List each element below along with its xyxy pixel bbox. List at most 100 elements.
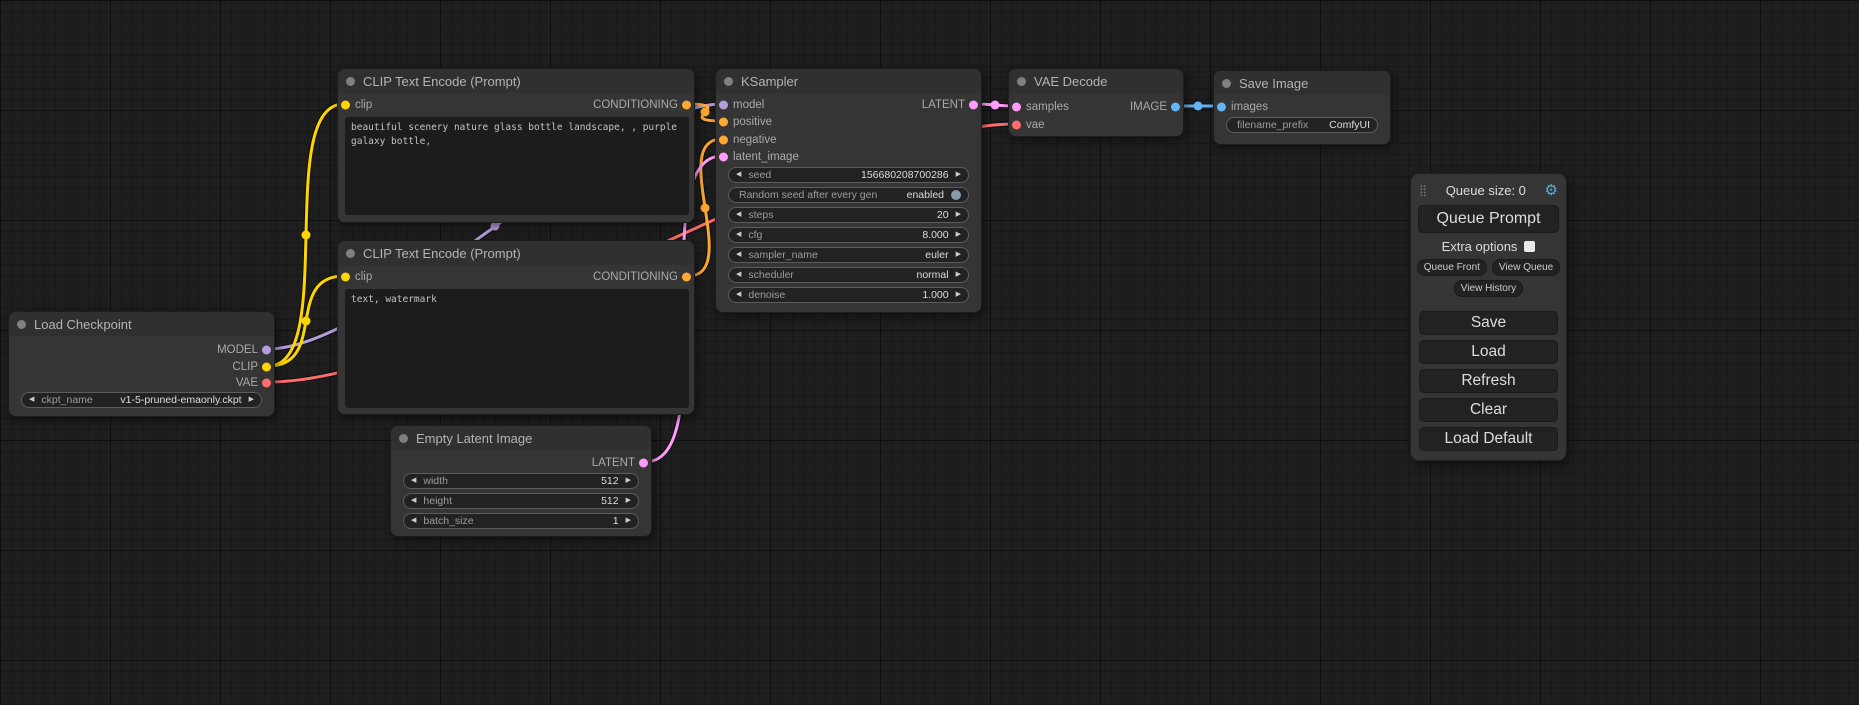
collapse-dot[interactable] — [1222, 79, 1231, 88]
input-label-vae: vae — [1026, 119, 1045, 131]
increment-arrow-icon[interactable]: ▶ — [956, 207, 961, 223]
increment-arrow-icon[interactable]: ▶ — [956, 267, 961, 283]
node-save-image: Save Image images filename_prefix ComfyU… — [1213, 70, 1391, 145]
widget-steps[interactable]: ◀ steps 20 ▶ — [728, 207, 969, 223]
output-slot-model[interactable] — [262, 346, 271, 355]
widget-value: 8.000 — [922, 229, 948, 241]
widget-random-seed-toggle[interactable]: Random seed after every gen enabled — [728, 187, 969, 203]
decrement-arrow-icon[interactable]: ◀ — [736, 207, 741, 223]
widget-scheduler[interactable]: ◀ scheduler normal ▶ — [728, 267, 969, 283]
output-slot-vae[interactable] — [262, 379, 271, 388]
widget-value: normal — [917, 269, 949, 281]
output-slot-latent[interactable] — [639, 459, 648, 468]
node-titlebar[interactable]: VAE Decode — [1009, 69, 1183, 93]
input-slot-vae[interactable] — [1012, 121, 1021, 130]
input-label-latent-image: latent_image — [733, 151, 799, 163]
node-titlebar[interactable]: Load Checkpoint — [9, 312, 274, 336]
drag-handle-icon[interactable]: ⣿ — [1419, 184, 1427, 197]
queue-buttons-row: Queue Front View Queue — [1411, 259, 1566, 276]
node-titlebar[interactable]: KSampler — [716, 69, 981, 93]
output-slot-conditioning[interactable] — [682, 273, 691, 282]
view-history-button[interactable]: View History — [1454, 280, 1523, 297]
input-row: latent_image — [716, 149, 981, 165]
node-titlebar[interactable]: CLIP Text Encode (Prompt) — [338, 241, 694, 265]
queue-prompt-button[interactable]: Queue Prompt — [1418, 205, 1559, 233]
positive-prompt-textarea[interactable]: beautiful scenery nature glass bottle la… — [345, 117, 689, 215]
negative-prompt-textarea[interactable]: text, watermark — [345, 289, 689, 408]
widget-filename-prefix[interactable]: filename_prefix ComfyUI — [1226, 117, 1378, 133]
extra-options-checkbox[interactable] — [1524, 241, 1535, 252]
collapse-dot[interactable] — [346, 249, 355, 258]
clear-button[interactable]: Clear — [1419, 398, 1558, 422]
widget-value: v1-5-pruned-emaonly.ckpt — [120, 394, 241, 406]
decrement-arrow-icon[interactable]: ◀ — [736, 287, 741, 303]
widget-sampler-name[interactable]: ◀ sampler_name euler ▶ — [728, 247, 969, 263]
input-label-clip: clip — [355, 99, 372, 111]
save-button[interactable]: Save — [1419, 311, 1558, 335]
decrement-arrow-icon[interactable]: ◀ — [411, 513, 416, 529]
decrement-arrow-icon[interactable]: ◀ — [29, 392, 34, 408]
output-slot-clip[interactable] — [262, 363, 271, 372]
widget-label: scheduler — [748, 269, 794, 281]
widget-height[interactable]: ◀ height 512 ▶ — [403, 493, 639, 509]
widget-denoise[interactable]: ◀ denoise 1.000 ▶ — [728, 287, 969, 303]
input-slot-negative[interactable] — [719, 136, 728, 145]
output-slot-conditioning[interactable] — [682, 101, 691, 110]
decrement-arrow-icon[interactable]: ◀ — [736, 267, 741, 283]
collapse-dot[interactable] — [1017, 77, 1026, 86]
node-titlebar[interactable]: Empty Latent Image — [391, 426, 651, 450]
slot-row: samples IMAGE — [1009, 99, 1183, 115]
input-slot-positive[interactable] — [719, 118, 728, 127]
collapse-dot[interactable] — [399, 434, 408, 443]
load-default-button[interactable]: Load Default — [1419, 427, 1558, 451]
increment-arrow-icon[interactable]: ▶ — [956, 227, 961, 243]
increment-arrow-icon[interactable]: ▶ — [956, 287, 961, 303]
output-slot-latent[interactable] — [969, 101, 978, 110]
decrement-arrow-icon[interactable]: ◀ — [411, 493, 416, 509]
increment-arrow-icon[interactable]: ▶ — [626, 473, 631, 489]
load-button[interactable]: Load — [1419, 340, 1558, 364]
widget-width[interactable]: ◀ width 512 ▶ — [403, 473, 639, 489]
increment-arrow-icon[interactable]: ▶ — [956, 247, 961, 263]
node-ksampler: KSampler model LATENT positive negative … — [715, 68, 982, 313]
widget-label: batch_size — [423, 515, 473, 527]
node-graph-canvas[interactable]: Load Checkpoint MODEL CLIP VAE ◀ ckpt_na… — [0, 0, 1859, 705]
input-slot-samples[interactable] — [1012, 103, 1021, 112]
increment-arrow-icon[interactable]: ▶ — [626, 493, 631, 509]
output-label-clip: CLIP — [232, 359, 258, 375]
node-vae-decode: VAE Decode samples IMAGE vae — [1008, 68, 1184, 137]
refresh-button[interactable]: Refresh — [1419, 369, 1558, 393]
increment-arrow-icon[interactable]: ▶ — [956, 167, 961, 183]
decrement-arrow-icon[interactable]: ◀ — [411, 473, 416, 489]
output-slot-image[interactable] — [1171, 103, 1180, 112]
widget-label: filename_prefix — [1237, 119, 1308, 131]
decrement-arrow-icon[interactable]: ◀ — [736, 167, 741, 183]
node-titlebar[interactable]: CLIP Text Encode (Prompt) — [338, 69, 694, 93]
widget-value: 1.000 — [922, 289, 948, 301]
increment-arrow-icon[interactable]: ▶ — [626, 513, 631, 529]
collapse-dot[interactable] — [724, 77, 733, 86]
queue-front-button[interactable]: Queue Front — [1417, 259, 1487, 276]
settings-gear-icon[interactable]: ⚙ — [1545, 181, 1558, 199]
increment-arrow-icon[interactable]: ▶ — [249, 392, 254, 408]
input-slot-images[interactable] — [1217, 103, 1226, 112]
input-slot-model[interactable] — [719, 101, 728, 110]
toggle-dot[interactable] — [951, 190, 961, 200]
input-slot-clip[interactable] — [341, 273, 350, 282]
view-queue-button[interactable]: View Queue — [1492, 259, 1560, 276]
input-slot-latent-image[interactable] — [719, 153, 728, 162]
output-label-vae: VAE — [236, 375, 258, 391]
widget-batch-size[interactable]: ◀ batch_size 1 ▶ — [403, 513, 639, 529]
node-title: CLIP Text Encode (Prompt) — [363, 246, 521, 261]
decrement-arrow-icon[interactable]: ◀ — [736, 247, 741, 263]
collapse-dot[interactable] — [346, 77, 355, 86]
input-label-samples: samples — [1026, 101, 1069, 113]
widget-cfg[interactable]: ◀ cfg 8.000 ▶ — [728, 227, 969, 243]
decrement-arrow-icon[interactable]: ◀ — [736, 227, 741, 243]
collapse-dot[interactable] — [17, 320, 26, 329]
input-slot-clip[interactable] — [341, 101, 350, 110]
node-titlebar[interactable]: Save Image — [1214, 71, 1390, 95]
queue-panel-header: ⣿ Queue size: 0 ⚙ — [1411, 179, 1566, 201]
widget-seed[interactable]: ◀ seed 156680208700286 ▶ — [728, 167, 969, 183]
widget-ckpt-name[interactable]: ◀ ckpt_name v1-5-pruned-emaonly.ckpt ▶ — [21, 392, 262, 408]
